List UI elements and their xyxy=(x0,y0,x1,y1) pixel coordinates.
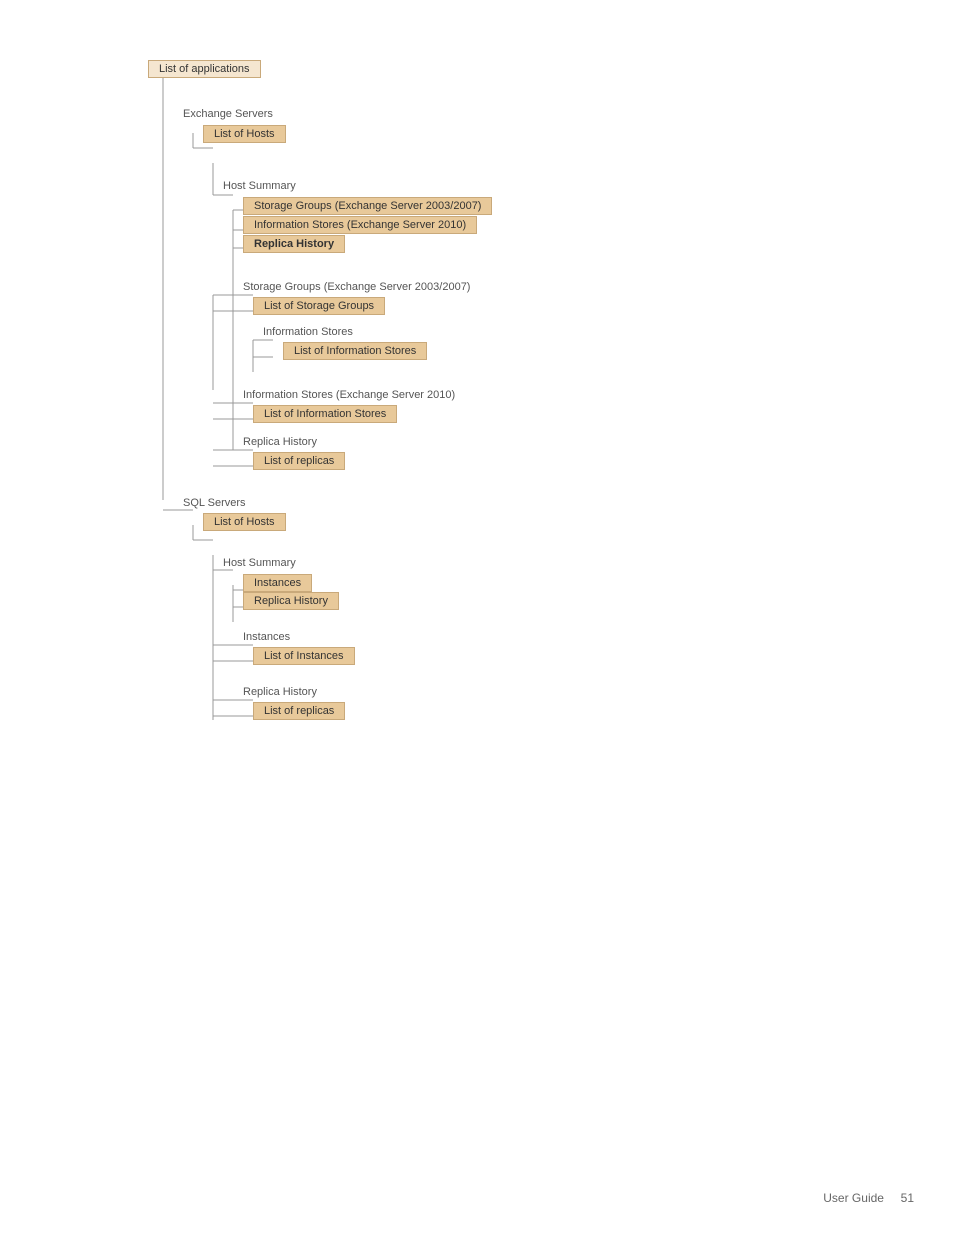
list-storage-groups: List of Storage Groups xyxy=(253,297,385,315)
sql-servers-label: SQL Servers xyxy=(183,497,246,509)
exchange-servers-section: Exchange Servers xyxy=(183,108,273,122)
sql-hs-instances: Instances xyxy=(243,574,312,592)
exchange-host-summary-label: Host Summary xyxy=(223,180,296,194)
footer-page: 51 xyxy=(901,1191,914,1205)
list-replicas-exchange: List of replicas xyxy=(253,452,345,470)
sql-list-replicas: List of replicas xyxy=(253,702,345,720)
info-stores-label: Information Stores xyxy=(263,326,353,340)
root-node: List of applications xyxy=(148,60,261,78)
exchange-hs-item3: Replica History xyxy=(243,235,345,253)
sql-instances-label: Instances xyxy=(243,631,290,645)
exchange-list-hosts: List of Hosts xyxy=(203,125,286,143)
sql-servers-section: SQL Servers xyxy=(183,497,246,511)
exchange-list-hosts-box: List of Hosts xyxy=(203,125,286,143)
exchange-servers-label: Exchange Servers xyxy=(183,108,273,120)
sql-list-instances: List of Instances xyxy=(253,647,355,665)
footer: User Guide 51 xyxy=(823,1191,914,1205)
sql-host-summary-label: Host Summary xyxy=(223,557,296,571)
info-stores-2010-label: Information Stores (Exchange Server 2010… xyxy=(243,389,455,403)
sql-replica-history-label: Replica History xyxy=(243,686,317,700)
replica-history-exchange-label: Replica History xyxy=(243,436,317,450)
root-box: List of applications xyxy=(148,60,261,78)
exchange-hs-item1: Storage Groups (Exchange Server 2003/200… xyxy=(243,197,492,215)
footer-text: User Guide xyxy=(823,1191,884,1205)
sql-hs-replica: Replica History xyxy=(243,592,339,610)
sql-list-hosts-box: List of Hosts xyxy=(203,513,286,531)
exchange-hs-item2: Information Stores (Exchange Server 2010… xyxy=(243,216,477,234)
list-info-stores-sg: List of Information Stores xyxy=(283,342,427,360)
list-info-stores-2010: List of Information Stores xyxy=(253,405,397,423)
storage-groups-label: Storage Groups (Exchange Server 2003/200… xyxy=(243,281,470,295)
sql-list-hosts: List of Hosts xyxy=(203,513,286,531)
